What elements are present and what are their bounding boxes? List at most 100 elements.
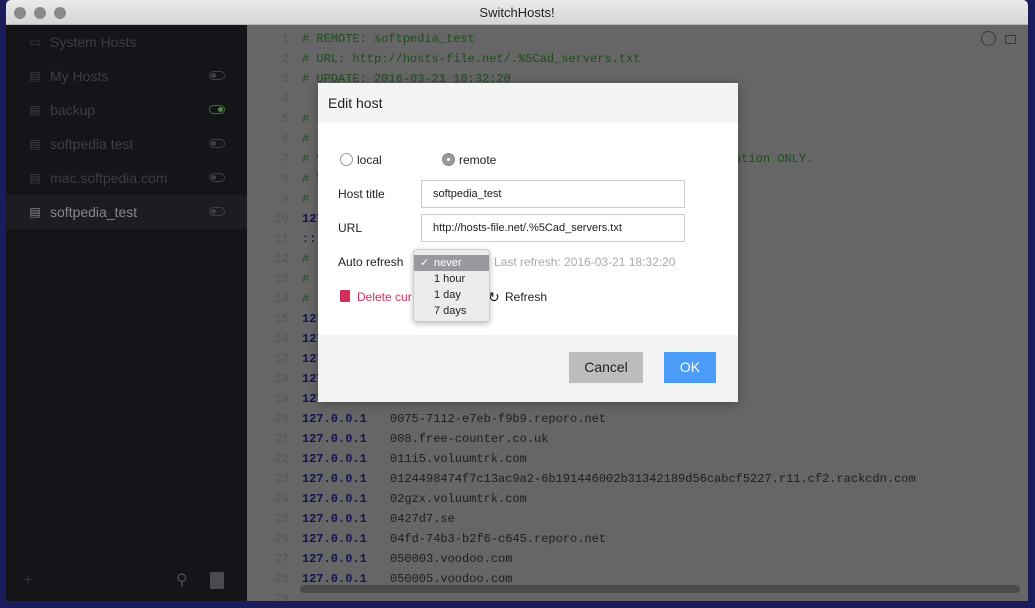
line-number: 24 — [274, 492, 289, 506]
line-number: 11 — [274, 232, 289, 246]
ip-address: 127.0.0.1 — [302, 532, 367, 546]
trash-icon[interactable] — [340, 290, 350, 302]
host-toggle[interactable] — [209, 139, 225, 148]
line-number: 19 — [274, 392, 289, 406]
line-text: # — [302, 132, 310, 146]
line-text: # — [302, 192, 310, 206]
sidebar-item[interactable]: ▤ softpedia test — [6, 127, 247, 161]
line-number: 3 — [281, 72, 289, 86]
line-number: 20 — [274, 412, 289, 426]
line-text: # — [302, 252, 310, 266]
document-icon: ▤ — [29, 205, 41, 219]
close-window-button[interactable] — [14, 7, 26, 19]
sidebar-item[interactable]: ▤ softpedia_test — [6, 195, 247, 229]
sidebar-item-label: softpedia test — [50, 136, 134, 152]
line-number: 27 — [274, 552, 289, 566]
line-number: 12 — [274, 252, 289, 266]
option-1-hour[interactable]: 1 hour — [414, 271, 489, 287]
option-label: never — [434, 257, 462, 269]
host-toggle[interactable] — [209, 173, 225, 182]
line-number: 2 — [281, 52, 289, 66]
editor-line: 21 127.0.0.1 008.free-counter.co.uk — [247, 429, 1028, 449]
remote-label: remote — [459, 153, 497, 167]
host-toggle[interactable] — [209, 207, 225, 216]
line-text: # — [302, 112, 317, 126]
ip-address: 127.0.0.1 — [302, 472, 367, 486]
cancel-button[interactable]: Cancel — [569, 352, 643, 383]
editor-line: 22 127.0.0.1 011i5.voluumtrk.com — [247, 449, 1028, 469]
option-7-days[interactable]: 7 days — [414, 303, 489, 319]
option-1-day[interactable]: 1 day — [414, 287, 489, 303]
line-number: 28 — [274, 572, 289, 586]
refresh-button[interactable]: Refresh — [505, 290, 547, 304]
sidebar-item-label: mac.softpedia.com — [50, 170, 168, 186]
document-icon: ▤ — [29, 69, 41, 83]
editor-line: 24 127.0.0.1 02gzx.voluumtrk.com — [247, 489, 1028, 509]
line-number: 21 — [274, 432, 289, 446]
sidebar-item-label: System Hosts — [50, 34, 137, 50]
line-text: # — [302, 272, 310, 286]
ip-address: 127.0.0.1 — [302, 492, 367, 506]
editor-line: 23 127.0.0.1 0124498474f7c13ac9a2-6b191446… — [247, 469, 1028, 489]
sidebar-item[interactable]: ▭ System Hosts — [6, 25, 247, 59]
dialog-title: Edit host — [318, 83, 738, 123]
editor-line: 27 127.0.0.1 050003.voodoo.com — [247, 549, 1028, 569]
line-number: 13 — [274, 272, 289, 286]
local-radio[interactable] — [340, 153, 353, 166]
sidebar-item[interactable]: ▤ My Hosts — [6, 59, 247, 93]
sidebar-item[interactable]: ▤ mac.softpedia.com — [6, 161, 247, 195]
edit-host-dialog: Edit host local remote Host title softpe… — [318, 83, 738, 402]
host-toggle[interactable] — [209, 71, 225, 80]
line-number: 16 — [274, 332, 289, 346]
auto-refresh-label: Auto refresh — [338, 255, 404, 269]
editor-line: 26 127.0.0.1 04fd-74b3-b2f6-c645.reporo.ne… — [247, 529, 1028, 549]
option-never[interactable]: ✓ never — [414, 255, 489, 271]
hostname: 050005.voodoo.com — [390, 572, 513, 586]
url-input[interactable]: http://hosts-file.net/.%5Cad_servers.txt — [421, 214, 685, 242]
ip-address: 127.0.0.1 — [302, 432, 367, 446]
delete-button[interactable]: Delete cur — [357, 290, 412, 304]
minimize-window-button[interactable] — [34, 7, 46, 19]
sidebar: + ⚲ ▭ System Hosts ▤ My Hosts ▤ backup ▤ softpe… — [6, 25, 247, 601]
line-number: 5 — [281, 112, 289, 126]
line-text: :: — [302, 232, 317, 246]
url-label: URL — [338, 221, 363, 235]
line-number: 18 — [274, 372, 289, 386]
line-number: 8 — [281, 172, 289, 186]
editor-line: 2 # URL: http://hosts-file.net/.%5Cad_ser… — [247, 49, 1028, 69]
ip-address: 127.0.0.1 — [302, 412, 367, 426]
host-title-input[interactable]: softpedia_test — [421, 180, 685, 208]
settings-icon[interactable] — [210, 572, 224, 589]
editor-line: 29 — [247, 589, 1028, 601]
add-host-button[interactable]: + — [24, 571, 32, 587]
auto-refresh-dropdown[interactable]: ✓ never 1 hour 1 day 7 days — [413, 249, 490, 322]
hostname: 0075-7112-e7eb-f9b9.reporo.net — [390, 412, 607, 426]
line-number: 29 — [274, 592, 289, 601]
line-number: 17 — [274, 352, 289, 366]
line-number: 14 — [274, 292, 289, 306]
window-title: SwitchHosts! — [479, 5, 555, 20]
document-icon: ▤ — [29, 171, 41, 185]
remote-radio[interactable] — [442, 153, 455, 166]
sidebar-item[interactable]: ▤ backup — [6, 93, 247, 127]
sidebar-item-label: softpedia_test — [50, 204, 138, 220]
host-toggle[interactable] — [209, 105, 225, 114]
search-icon[interactable]: ⚲ — [176, 570, 188, 590]
sidebar-item-label: My Hosts — [50, 68, 109, 84]
document-icon: ▤ — [29, 137, 41, 151]
line-number: 23 — [274, 472, 289, 486]
checkmark-icon: ✓ — [420, 257, 430, 269]
monitor-icon: ▭ — [29, 35, 41, 49]
dialog-footer: Cancel OK — [318, 335, 738, 402]
zoom-window-button[interactable] — [54, 7, 66, 19]
line-number: 10 — [274, 212, 289, 226]
hostname: 04fd-74b3-b2f6-c645.reporo.net — [390, 532, 607, 546]
ok-button[interactable]: OK — [664, 352, 716, 383]
hostname: 050003.voodoo.com — [390, 552, 513, 566]
hostname: 0427d7.se — [390, 512, 455, 526]
hostname: 0124498474f7c13ac9a2-6b191446002b3134218… — [390, 472, 916, 486]
line-number: 1 — [281, 32, 289, 46]
line-number: 26 — [274, 532, 289, 546]
ip-address: 127.0.0.1 — [302, 572, 367, 586]
hostname: 011i5.voluumtrk.com — [390, 452, 527, 466]
